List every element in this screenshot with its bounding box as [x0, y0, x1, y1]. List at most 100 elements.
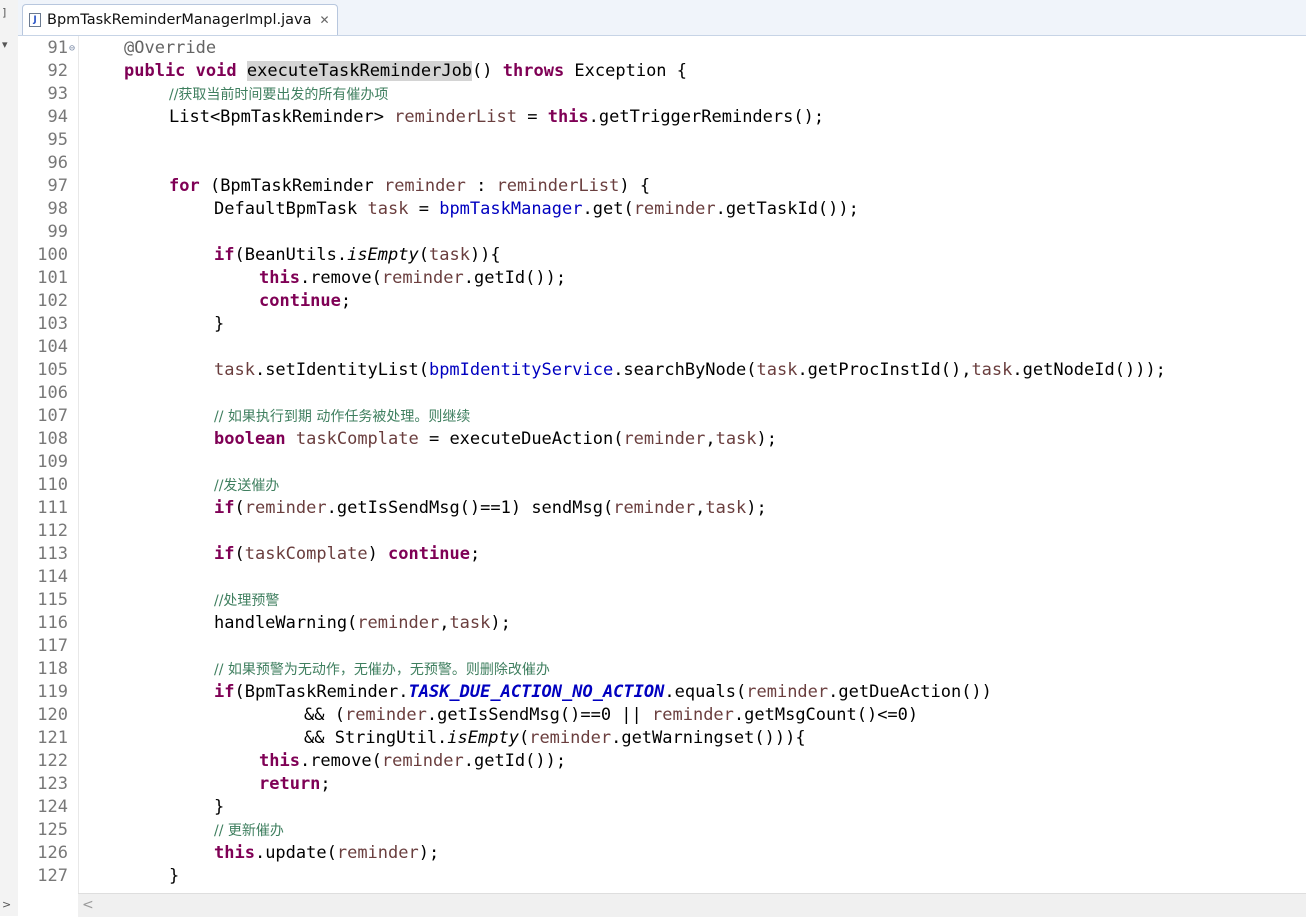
code-token: );	[756, 429, 778, 449]
code-token: (BpmTaskReminder.	[234, 682, 409, 702]
code-token: taskComplate	[295, 429, 419, 449]
tab-title: BpmTaskReminderManagerImpl.java	[47, 12, 312, 28]
code-token: List<BpmTaskReminder>	[169, 107, 395, 127]
code-token: this	[214, 843, 255, 863]
code-token: reminder	[381, 751, 464, 771]
fold-toggle-icon[interactable]: ⊖	[69, 37, 75, 60]
left-side-rail: ] ▾ >	[0, 0, 19, 916]
code-line: 99	[18, 221, 1306, 244]
code-token: (	[234, 544, 245, 564]
scrollbar-gutter-spacer	[18, 893, 78, 916]
code-token: isEmpty	[447, 728, 519, 748]
close-tab-icon[interactable]: ✕	[320, 13, 330, 27]
code-token: if	[214, 498, 235, 518]
code-token: reminder	[344, 705, 427, 725]
line-number: 91	[47, 38, 68, 58]
code-token: (BeanUtils.	[234, 245, 348, 265]
code-text: return;	[259, 773, 331, 796]
code-token: this	[259, 751, 300, 771]
code-token: // 如果预警为无动作，无催办，无预警。则删除改催办	[214, 662, 550, 678]
code-line: 120 && (reminder.getIsSendMsg()==0 || rem…	[18, 704, 1306, 727]
code-token: :	[465, 176, 497, 196]
code-text: // 更新催办	[214, 819, 284, 843]
code-text: }	[214, 796, 224, 819]
code-token: TASK_DUE_ACTION_NO_ACTION	[408, 682, 665, 702]
code-line: 101 this.remove(reminder.getId());	[18, 267, 1306, 290]
line-number: 107	[37, 406, 68, 426]
code-line: 94 List<BpmTaskReminder> reminderList = t…	[18, 106, 1306, 129]
code-token: .getDueAction())	[828, 682, 992, 702]
line-number: 119	[37, 682, 68, 702]
code-token: .getIsSendMsg()==0 ||	[426, 705, 653, 725]
code-line: 91 ⊖ @Override	[18, 37, 1306, 60]
code-token: (BpmTaskReminder	[199, 176, 384, 196]
code-token: DefaultBpmTask	[214, 199, 368, 219]
line-number: 116	[37, 613, 68, 633]
code-token: .getTriggerReminders();	[588, 107, 825, 127]
code-token: ()	[472, 61, 503, 81]
code-token: executeTaskReminderJob	[246, 61, 473, 81]
code-text: && (reminder.getIsSendMsg()==0 || remind…	[304, 704, 918, 727]
line-number: 120	[37, 705, 68, 725]
code-text: //处理预警	[214, 589, 279, 613]
line-number: 108	[37, 429, 68, 449]
code-line: 98 DefaultBpmTask task = bpmTaskManager.g…	[18, 198, 1306, 221]
code-text: if(reminder.getIsSendMsg()==1) sendMsg(r…	[214, 497, 767, 520]
code-token: public	[124, 61, 186, 81]
code-text: for (BpmTaskReminder reminder : reminder…	[169, 175, 650, 198]
code-token: //获取当前时间要出发的所有催办项	[169, 87, 389, 103]
rail-expand-icon[interactable]: >	[2, 898, 11, 911]
code-line: 115 //处理预警	[18, 589, 1306, 612]
code-token: this	[547, 107, 589, 127]
code-token: task	[715, 429, 757, 449]
code-text: continue;	[259, 290, 351, 313]
code-token: (	[234, 498, 245, 518]
line-number: 114	[37, 567, 68, 587]
code-token: );	[746, 498, 767, 518]
code-token: reminder	[613, 498, 696, 518]
rail-collapse-icon[interactable]: ▾	[2, 38, 8, 51]
code-token: .getWarningset())){	[611, 728, 806, 748]
code-line: 92△public void executeTaskReminderJob() …	[18, 60, 1306, 83]
code-token: =	[408, 199, 440, 219]
code-token: handleWarning(	[214, 613, 358, 633]
code-text: if(BpmTaskReminder.TASK_DUE_ACTION_NO_AC…	[214, 681, 992, 704]
code-line: 116 handleWarning(reminder,task);	[18, 612, 1306, 635]
code-token: .getIsSendMsg()==1) sendMsg(	[326, 498, 614, 518]
code-text: this.remove(reminder.getId());	[259, 750, 566, 773]
code-line: 102 continue;	[18, 290, 1306, 313]
horizontal-scrollbar[interactable]: <	[78, 893, 1306, 917]
code-token: ;	[469, 544, 481, 564]
code-token: boolean	[214, 429, 286, 449]
code-text: //发送催办	[214, 474, 279, 498]
code-token: .update(	[254, 843, 337, 863]
code-line: 104	[18, 336, 1306, 359]
code-token: (	[418, 245, 429, 265]
code-line: 109	[18, 451, 1306, 474]
code-token: taskComplate	[244, 544, 368, 564]
code-token: .getMsgCount()<=0)	[733, 705, 919, 725]
code-token: }	[214, 314, 225, 334]
code-token: }	[169, 866, 180, 886]
code-text: if(BeanUtils.isEmpty(task)){	[214, 244, 501, 267]
code-text: task.setIdentityList(bpmIdentityService.…	[214, 359, 1166, 382]
code-line: 118 // 如果预警为无动作，无催办，无预警。则删除改催办	[18, 658, 1306, 681]
line-number: 125	[37, 820, 68, 840]
scroll-left-arrow-icon[interactable]: <	[82, 897, 94, 913]
code-token: ,	[705, 429, 716, 449]
code-text: public void executeTaskReminderJob() thr…	[124, 60, 687, 83]
line-number: 95	[47, 130, 68, 150]
line-number: 124	[37, 797, 68, 817]
code-token: = executeDueAction(	[418, 429, 624, 449]
code-editor[interactable]: 91⊖ @Override92△public void executeTaskRe…	[18, 36, 1306, 893]
code-token: void	[195, 61, 237, 81]
code-line: 93 //获取当前时间要出发的所有催办项	[18, 83, 1306, 106]
line-number: 100	[37, 245, 68, 265]
code-text: handleWarning(reminder,task);	[214, 612, 511, 635]
line-number: 102	[37, 291, 68, 311]
code-text: //获取当前时间要出发的所有催办项	[169, 83, 388, 107]
code-token: .remove(	[299, 751, 382, 771]
code-token: bpmIdentityService	[428, 360, 614, 380]
tab-editor-file[interactable]: J BpmTaskReminderManagerImpl.java ✕	[22, 4, 338, 35]
